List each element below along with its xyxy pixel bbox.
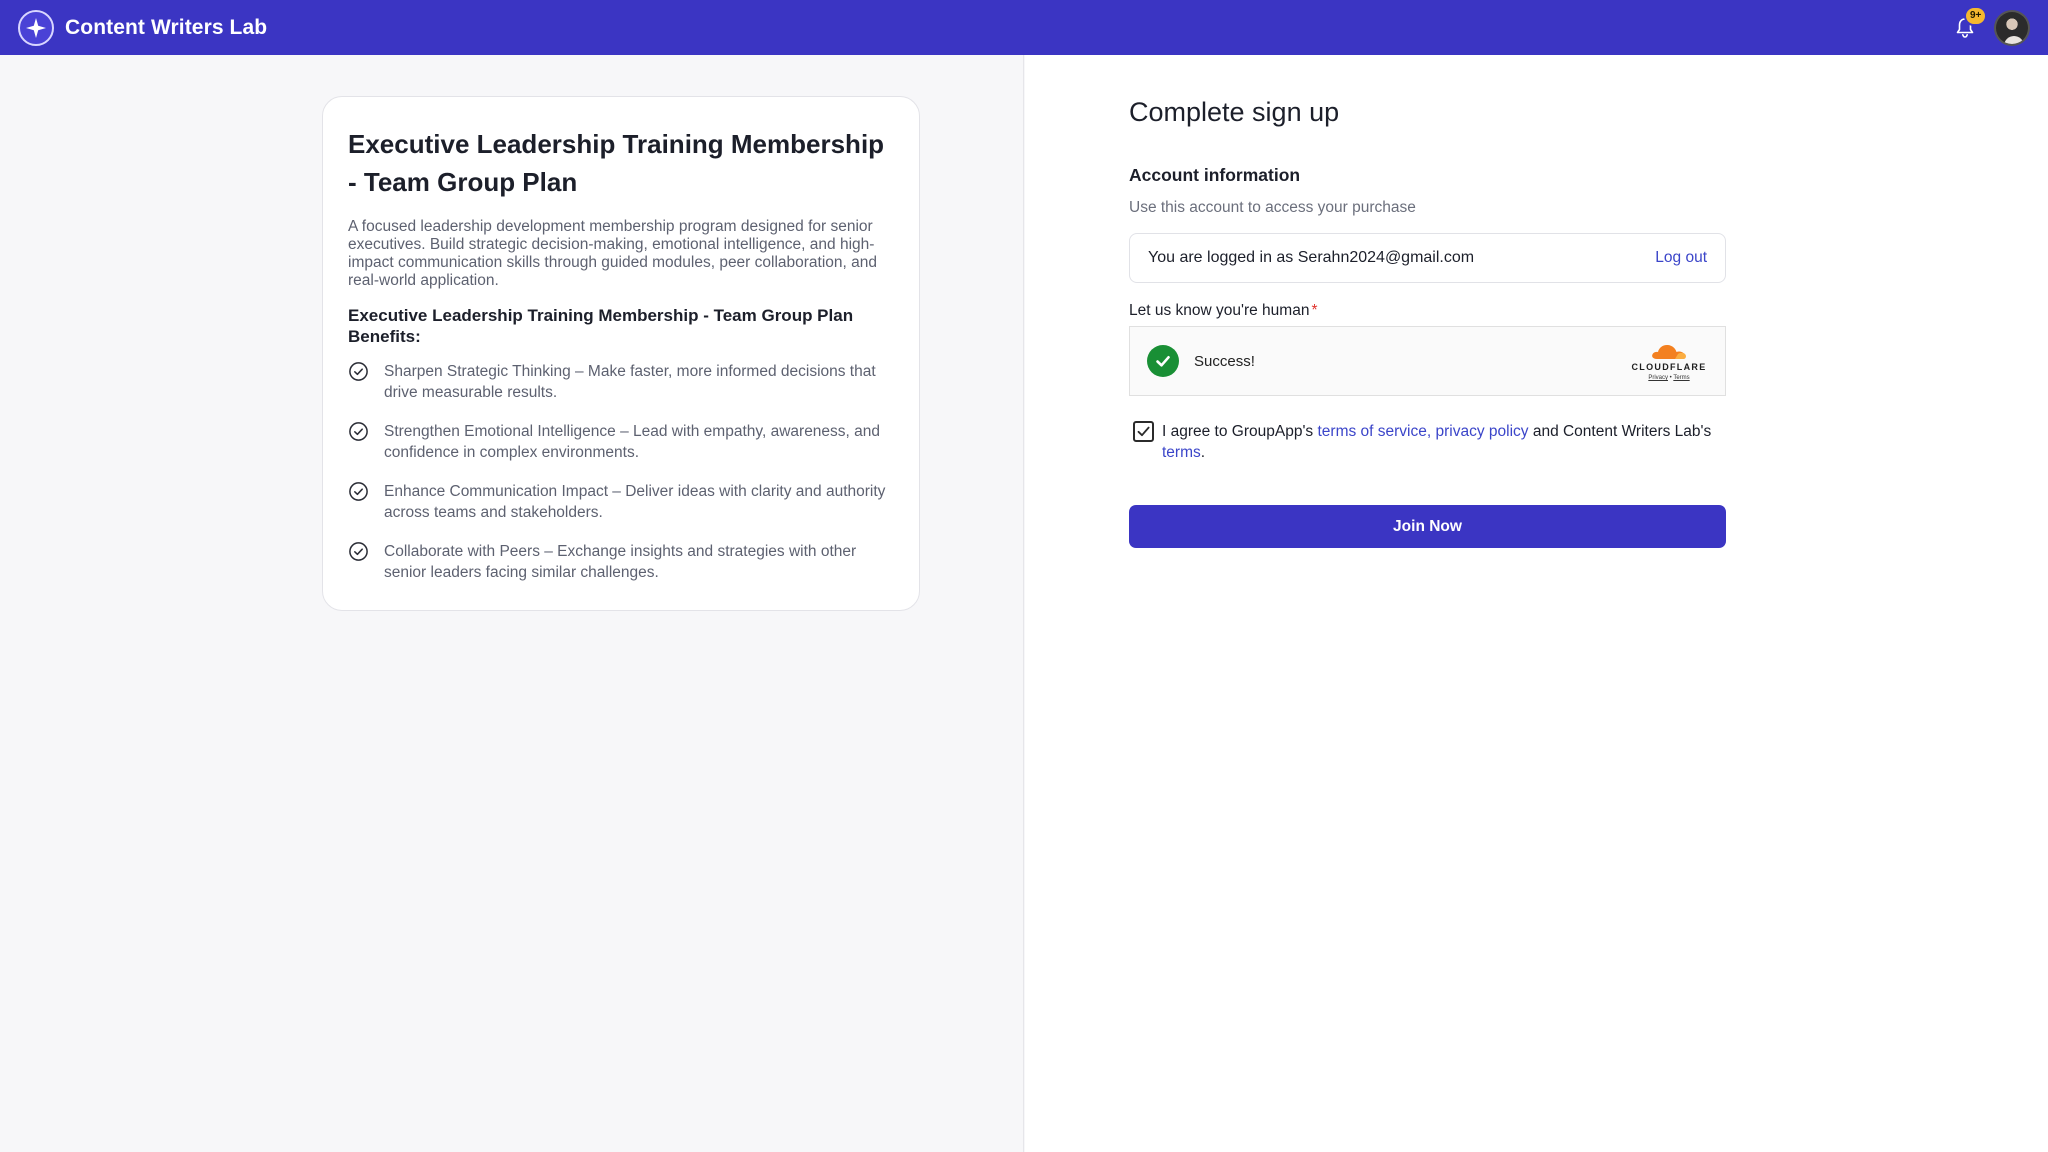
benefits-list: Sharpen Strategic Thinking – Make faster…	[348, 361, 894, 583]
human-verification-label: Let us know you're human *	[1129, 302, 1726, 320]
captcha-terms-link[interactable]: Terms	[1673, 375, 1689, 381]
notification-count-badge: 9+	[1964, 5, 1988, 26]
plan-description: A focused leadership development members…	[348, 218, 878, 289]
brand[interactable]: Content Writers Lab	[18, 9, 268, 46]
check-circle-icon	[349, 422, 368, 441]
cloudflare-cloud-icon	[1652, 344, 1686, 359]
terms-checkbox[interactable]	[1133, 421, 1154, 442]
captcha-privacy-link[interactable]: Privacy	[1648, 375, 1668, 381]
creator-terms-link[interactable]: terms	[1162, 444, 1201, 461]
benefit-text: Enhance Communication Impact – Deliver i…	[384, 483, 886, 521]
checkmark-icon	[1137, 426, 1150, 437]
required-marker: *	[1311, 302, 1318, 319]
logged-in-text: You are logged in as Serahn2024@gmail.co…	[1148, 249, 1475, 266]
agree-middle: and Content Writers Lab's	[1528, 423, 1712, 440]
notifications-button[interactable]: 9+	[1950, 5, 1988, 43]
benefit-item: Sharpen Strategic Thinking – Make faster…	[348, 361, 894, 403]
benefit-item: Enhance Communication Impact – Deliver i…	[348, 481, 894, 523]
signup-pane: Complete sign up Account information Use…	[1025, 55, 2048, 1152]
signup-form: Complete sign up Account information Use…	[1129, 95, 1726, 548]
plan-card: Executive Leadership Training Membership…	[322, 96, 920, 611]
logged-in-box: You are logged in as Serahn2024@gmail.co…	[1129, 233, 1726, 283]
top-nav-bar: Content Writers Lab 9+	[0, 0, 2048, 55]
cloudflare-wordmark: CLOUDFLARE	[1631, 362, 1707, 372]
join-now-button[interactable]: Join Now	[1129, 505, 1726, 548]
terms-agreement: I agree to GroupApp's terms of service, …	[1129, 421, 1726, 463]
check-circle-icon	[349, 542, 368, 561]
benefit-text: Collaborate with Peers – Exchange insigh…	[384, 543, 857, 581]
benefit-item: Strengthen Emotional Intelligence – Lead…	[348, 421, 894, 463]
cloudflare-turnstile-widget[interactable]: Success! CLOUDFLARE Privacy • Terms	[1129, 326, 1726, 396]
agree-suffix: .	[1200, 444, 1206, 461]
plan-title: Executive Leadership Training Membership…	[348, 129, 885, 197]
check-circle-icon	[349, 362, 368, 381]
cloudflare-branding: CLOUDFLARE Privacy • Terms	[1629, 341, 1709, 381]
check-circle-icon	[349, 482, 368, 501]
terms-of-service-link[interactable]: terms of service, privacy policy	[1317, 423, 1528, 440]
user-avatar[interactable]	[1994, 9, 2030, 46]
benefit-item: Collaborate with Peers – Exchange insigh…	[348, 541, 894, 583]
account-info-subtitle: Use this account to access your purchase	[1129, 199, 1416, 216]
benefit-text: Sharpen Strategic Thinking – Make faster…	[384, 363, 876, 401]
agree-prefix: I agree to GroupApp's	[1162, 423, 1318, 440]
signup-title: Complete sign up	[1129, 97, 1340, 127]
benefit-text: Strengthen Emotional Intelligence – Lead…	[384, 423, 881, 461]
terms-agreement-text: I agree to GroupApp's terms of service, …	[1162, 421, 1726, 463]
account-info-title: Account information	[1129, 165, 1301, 185]
success-check-icon	[1147, 345, 1179, 377]
brand-logo-icon	[18, 9, 54, 46]
brand-name: Content Writers Lab	[65, 15, 268, 39]
plan-summary-pane: Executive Leadership Training Membership…	[0, 55, 1024, 1152]
logout-link[interactable]: Log out	[1655, 249, 1707, 267]
human-label-text: Let us know you're human	[1129, 302, 1310, 319]
captcha-links-separator: •	[1669, 375, 1672, 381]
benefits-title: Executive Leadership Training Membership…	[348, 306, 854, 346]
captcha-status: Success!	[1194, 352, 1255, 370]
